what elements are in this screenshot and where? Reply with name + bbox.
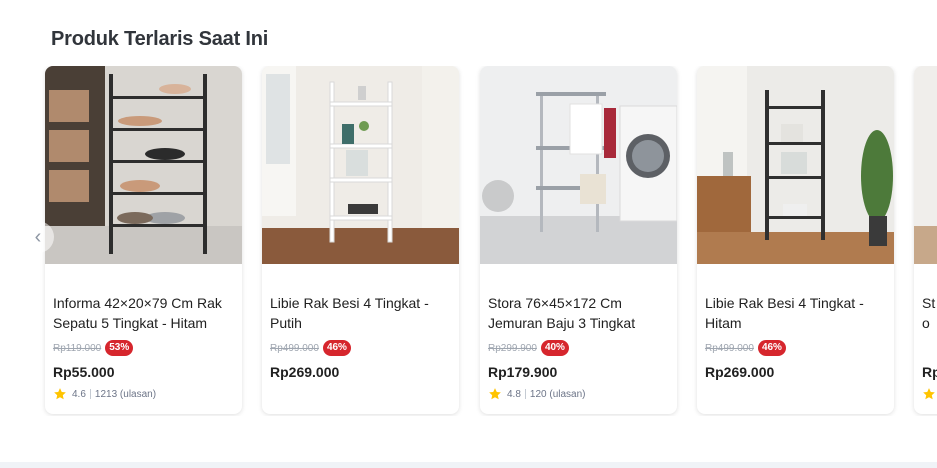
product-image-black-shelf[interactable]	[697, 66, 894, 264]
discount-badge: 46%	[757, 340, 786, 356]
star-icon	[54, 388, 66, 400]
product-card[interactable]: Libie Rak Besi 4 Tingkat - Hitam Rp499.0…	[697, 66, 894, 414]
product-name[interactable]: Informa 42×20×79 Cm Rak Sepatu 5 Tingkat…	[53, 293, 236, 333]
rating-row	[922, 387, 937, 401]
product-name[interactable]: Sto Tin	[922, 293, 936, 333]
chevron-left-icon: ‹	[34, 225, 42, 248]
product-price: Rp55.000	[53, 364, 115, 380]
discount-badge: 53%	[105, 340, 134, 356]
rating-divider	[524, 389, 526, 399]
discount-badge: 40%	[540, 340, 569, 356]
original-price: Rp499.000	[705, 342, 754, 354]
rating-divider	[89, 389, 91, 399]
star-icon	[923, 388, 935, 400]
section-divider	[0, 462, 937, 468]
product-image-clothes-rack[interactable]	[480, 66, 677, 264]
original-price: Rp299.900	[488, 342, 537, 354]
product-card[interactable]: Sto Tin Rp	[914, 66, 937, 414]
rating-value: 4.8	[507, 388, 521, 400]
review-count: 120 (ulasan)	[529, 388, 586, 400]
product-price: Rp269.000	[270, 364, 340, 380]
product-card[interactable]: Stora 76×45×172 Cm Jemuran Baju 3 Tingka…	[480, 66, 677, 414]
rating-row: 4.8 120 (ulasan)	[488, 387, 671, 401]
product-image-partial[interactable]	[914, 66, 937, 264]
original-price: Rp119.000	[53, 342, 102, 354]
carousel-prev-button[interactable]: ‹	[22, 221, 54, 253]
product-name[interactable]: Libie Rak Besi 4 Tingkat - Putih	[270, 293, 453, 333]
rating-row: 4.6 1213 (ulasan)	[53, 387, 236, 401]
product-card[interactable]: Libie Rak Besi 4 Tingkat - Putih Rp499.0…	[262, 66, 459, 414]
product-name[interactable]: Stora 76×45×172 Cm Jemuran Baju 3 Tingka…	[488, 293, 671, 333]
product-image-shoe-rack[interactable]	[45, 66, 242, 264]
product-price: Rp	[922, 364, 937, 380]
product-price: Rp269.000	[705, 364, 775, 380]
original-price: Rp499.000	[270, 342, 319, 354]
product-carousel: Informa 42×20×79 Cm Rak Sepatu 5 Tingkat…	[0, 66, 937, 416]
product-price: Rp179.900	[488, 364, 558, 380]
section-title: Produk Terlaris Saat Ini	[51, 28, 269, 50]
review-count: 1213 (ulasan)	[94, 388, 157, 400]
discount-badge: 46%	[322, 340, 351, 356]
product-image-white-shelf[interactable]	[262, 66, 459, 264]
product-name[interactable]: Libie Rak Besi 4 Tingkat - Hitam	[705, 293, 888, 333]
rating-value: 4.6	[72, 388, 86, 400]
star-icon	[489, 388, 501, 400]
product-card[interactable]: Informa 42×20×79 Cm Rak Sepatu 5 Tingkat…	[45, 66, 242, 414]
